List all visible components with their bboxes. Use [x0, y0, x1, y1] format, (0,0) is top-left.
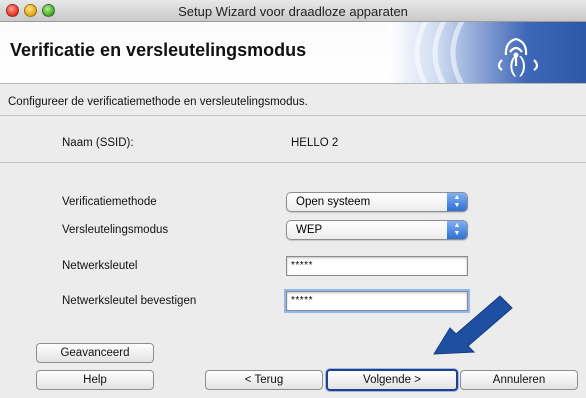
help-button[interactable]: Help: [36, 370, 154, 390]
advanced-button[interactable]: Geavanceerd: [36, 343, 154, 363]
wizard-header: Verificatie en versleutelingsmodus ( ): [0, 22, 586, 84]
divider: [0, 115, 586, 116]
select-arrows-icon: ▲ ▼: [447, 221, 467, 239]
auth-method-value: Open systeem: [296, 196, 371, 208]
confirm-key-label: Netwerksleutel bevestigen: [62, 295, 197, 307]
auth-method-select[interactable]: Open systeem ▲ ▼: [286, 192, 468, 212]
next-button[interactable]: Volgende >: [326, 369, 458, 391]
encryption-mode-select[interactable]: WEP ▲ ▼: [286, 220, 468, 240]
back-button[interactable]: < Terug: [205, 370, 323, 390]
wireless-signal-icon: ( ): [414, 22, 539, 83]
encryption-mode-value: WEP: [296, 224, 323, 236]
page-title: Verificatie en versleutelingsmodus: [10, 40, 307, 60]
window-title: Setup Wizard voor draadloze apparaten: [178, 4, 408, 19]
svg-text:): ): [519, 52, 526, 77]
intro-text: Configureer de verificatiemethode en ver…: [8, 96, 308, 108]
auth-method-label: Verificatiemethode: [62, 196, 157, 208]
network-key-label: Netwerksleutel: [62, 260, 138, 272]
divider: [0, 162, 586, 163]
window-titlebar: Setup Wizard voor draadloze apparaten: [0, 0, 586, 22]
encryption-mode-label: Versleutelingsmodus: [62, 224, 169, 236]
network-key-field[interactable]: *****: [286, 256, 468, 276]
ssid-value: HELLO 2: [291, 137, 339, 149]
select-arrows-icon: ▲ ▼: [447, 193, 467, 211]
cancel-button[interactable]: Annuleren: [460, 370, 578, 390]
header-logo-panel: ( ): [388, 22, 586, 83]
svg-text:(: (: [509, 52, 517, 77]
ssid-label: Naam (SSID):: [62, 137, 134, 149]
pointing-arrow-icon: [433, 295, 513, 355]
